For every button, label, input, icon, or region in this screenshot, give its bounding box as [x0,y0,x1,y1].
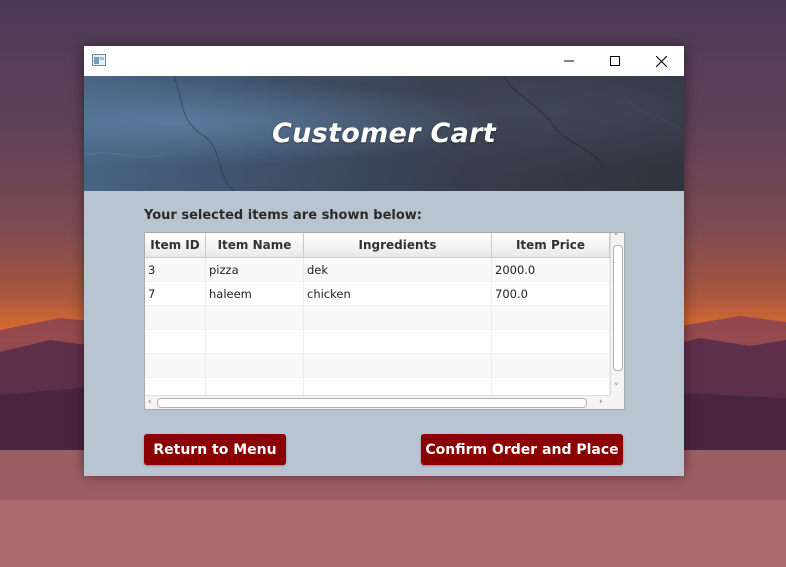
cell-empty [145,354,206,378]
scroll-down-icon[interactable]: ˅ [614,383,619,393]
close-button[interactable] [638,46,684,76]
cell-item-id: 7 [145,282,206,306]
scroll-up-icon[interactable]: ˄ [614,233,619,243]
cell-item-price: 700.0 [492,282,610,306]
cell-item-id: 3 [145,258,206,282]
return-to-menu-button[interactable]: Return to Menu [144,434,286,465]
maximize-icon [610,56,620,66]
cell-item-price: 2000.0 [492,258,610,282]
cell-item-name: pizza [206,258,304,282]
horizontal-scroll-thumb[interactable] [157,398,587,408]
close-icon [655,55,667,67]
table-body: 3 pizza dek 2000.0 7 haleem chicken 700.… [145,258,610,402]
cart-subtitle: Your selected items are shown below: [144,208,422,223]
column-header-item-price[interactable]: Item Price [492,233,610,257]
customer-cart-window: Customer Cart Your selected items are sh… [84,46,684,476]
cell-ingredients: dek [304,258,492,282]
cart-table[interactable]: Item ID Item Name Ingredients Item Price… [144,232,625,410]
cell-empty [492,306,610,330]
column-header-item-id[interactable]: Item ID [145,233,206,257]
cell-empty [304,330,492,354]
window-titlebar[interactable] [84,46,684,76]
table-row[interactable]: 7 haleem chicken 700.0 [145,282,610,306]
cell-item-name: haleem [206,282,304,306]
column-header-item-name[interactable]: Item Name [206,233,304,257]
table-row-empty [145,330,610,354]
cell-empty [206,330,304,354]
cell-empty [492,354,610,378]
scrollbar-corner [610,395,624,409]
column-header-ingredients[interactable]: Ingredients [304,233,492,257]
confirm-order-button[interactable]: Confirm Order and Place [421,434,623,465]
page-title: Customer Cart [272,118,496,149]
vertical-scrollbar[interactable]: ˄ ˅ [610,233,624,395]
app-window-icon [92,54,106,66]
cell-ingredients: chicken [304,282,492,306]
vertical-scroll-thumb[interactable] [613,245,623,371]
cell-empty [304,306,492,330]
horizontal-scrollbar[interactable]: ‹ › [145,395,610,409]
scroll-right-icon[interactable]: › [599,397,603,407]
minimize-icon [564,60,574,62]
cell-empty [206,306,304,330]
cell-empty [206,354,304,378]
table-row-empty [145,354,610,378]
maximize-button[interactable] [592,46,638,76]
table-header: Item ID Item Name Ingredients Item Price [145,233,610,258]
cell-empty [145,306,206,330]
cell-empty [145,330,206,354]
cell-empty [492,330,610,354]
cell-empty [304,354,492,378]
header-banner: Customer Cart [84,76,684,191]
table-row-empty [145,306,610,330]
table-row[interactable]: 3 pizza dek 2000.0 [145,258,610,282]
minimize-button[interactable] [546,46,592,76]
scroll-left-icon[interactable]: ‹ [148,397,152,407]
